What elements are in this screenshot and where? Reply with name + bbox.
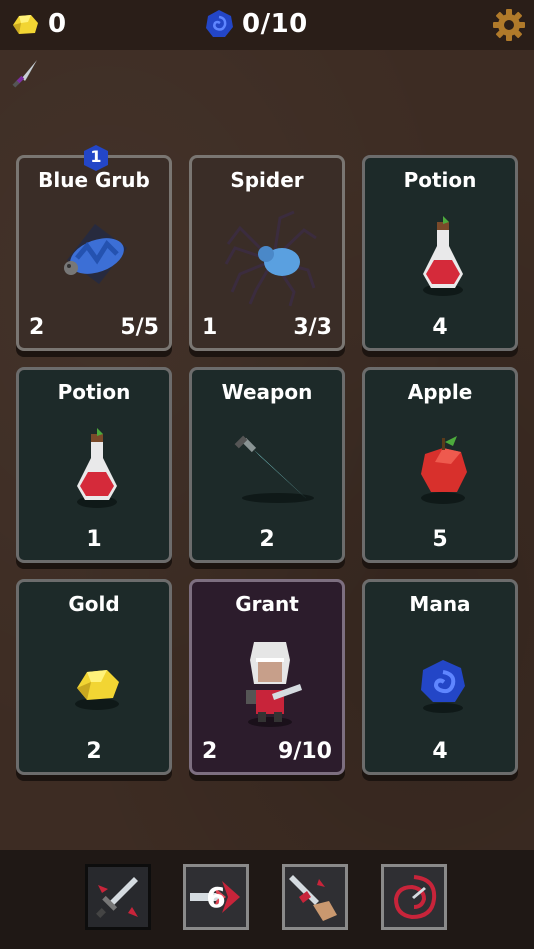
mana-orb-icon (421, 660, 465, 713)
attack-value: 1 (202, 315, 218, 340)
ability-charge-count: 6 (206, 881, 226, 914)
hero-knight-icon (246, 642, 302, 727)
equipped-dagger-icon (10, 58, 40, 94)
fist-sword-icon (289, 875, 337, 921)
gold-count: 0 (48, 9, 67, 39)
card-title: Weapon (221, 380, 313, 404)
potion-icon (77, 428, 117, 508)
dagger-icon (234, 435, 314, 503)
card-blue-grub[interactable]: 1 Blue Grub 2 5/5 (16, 145, 172, 351)
card-mana[interactable]: Mana 4 (362, 579, 518, 775)
value-label: 4 (432, 315, 448, 340)
mana-orb-icon (206, 10, 233, 37)
card-spider[interactable]: Spider 1 3/3 (189, 155, 345, 351)
card-weapon[interactable]: Weapon 2 (189, 367, 345, 563)
card-title: Potion (403, 168, 477, 192)
mana-counter: 0/10 (204, 9, 308, 39)
value-label: 2 (86, 739, 102, 764)
ability-bar: 6 (0, 850, 534, 949)
card-title: Gold (68, 592, 120, 616)
top-hud: 0 0/10 (0, 0, 534, 50)
ability-power-strike-slot[interactable] (282, 864, 348, 930)
blue-grub-icon (64, 224, 127, 284)
card-title: Mana (409, 592, 471, 616)
apple-icon (421, 436, 467, 504)
card-title: Potion (57, 380, 131, 404)
gear-icon (493, 9, 525, 41)
ability-dash-slot[interactable]: 6 (183, 864, 249, 930)
value-label: 2 (259, 527, 275, 552)
spider-icon (224, 210, 317, 307)
card-hero-grant[interactable]: Grant 2 9/10 (189, 579, 345, 775)
card-potion[interactable]: Potion 1 (16, 367, 172, 563)
card-title: Apple (407, 380, 473, 404)
value-label: 1 (86, 527, 102, 552)
value-label: 5 (432, 527, 448, 552)
value-label: 4 (432, 739, 448, 764)
card-apple[interactable]: Apple 5 (362, 367, 518, 563)
card-title: Spider (230, 168, 304, 192)
ability-whirl-slot[interactable] (381, 864, 447, 930)
card-title: Grant (235, 592, 299, 616)
health-value: 3/3 (293, 315, 332, 340)
whirlwind-icon (393, 875, 437, 920)
card-title: Blue Grub (38, 168, 150, 192)
potion-icon (423, 216, 463, 296)
attack-value: 2 (29, 315, 45, 340)
mana-count: 0/10 (242, 9, 308, 39)
card-gold[interactable]: Gold 2 (16, 579, 172, 775)
gold-nugget-icon (75, 670, 119, 710)
settings-button[interactable] (492, 8, 526, 46)
health-value: 9/10 (278, 739, 332, 764)
gold-nugget-icon (13, 15, 38, 34)
attack-value: 2 (202, 739, 218, 764)
sword-icon (96, 877, 138, 918)
gold-counter: 0 (10, 9, 67, 39)
health-value: 5/5 (120, 315, 159, 340)
card-potion[interactable]: Potion 4 (362, 155, 518, 351)
ability-strike-slot[interactable] (85, 864, 151, 930)
